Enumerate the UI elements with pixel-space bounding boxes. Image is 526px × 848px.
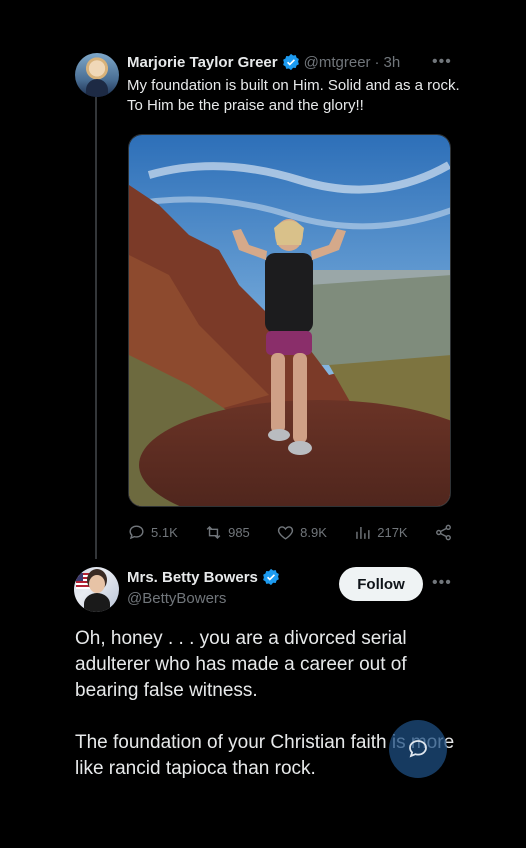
tweet-header: Marjorie Taylor Greer @mtgreer · 3h	[127, 53, 400, 71]
thread-connector-line	[95, 97, 97, 559]
more-dots-icon[interactable]: •••	[432, 574, 452, 592]
follow-button[interactable]: Follow	[339, 567, 423, 601]
display-name[interactable]: Marjorie Taylor Greer	[127, 54, 278, 71]
retweet-count: 985	[228, 524, 250, 540]
reply-handle-row: @BettyBowers	[127, 590, 226, 607]
verified-badge-icon	[282, 53, 300, 71]
share-icon	[436, 524, 451, 540]
reply-icon	[129, 524, 144, 539]
handle[interactable]: @mtgreer	[304, 54, 371, 71]
separator-dot: ·	[374, 53, 380, 71]
retweet-action[interactable]: 985	[204, 523, 250, 542]
retweet-icon	[206, 525, 221, 539]
reply-action[interactable]: 5.1K	[127, 523, 178, 542]
like-action[interactable]: 8.9K	[276, 523, 327, 542]
share-action[interactable]	[434, 523, 453, 542]
tweet-photo[interactable]	[128, 134, 451, 507]
reply-paragraph: Oh, honey . . . you are a divorced seria…	[75, 628, 407, 701]
more-dots-icon[interactable]: •••	[432, 53, 452, 71]
flag-icon	[76, 573, 90, 589]
avatar[interactable]	[74, 567, 119, 612]
timestamp[interactable]: 3h	[384, 54, 401, 71]
verified-badge-icon	[262, 568, 280, 586]
compose-reply-icon	[409, 740, 427, 758]
reply-count: 5.1K	[151, 524, 178, 540]
reply-header: Mrs. Betty Bowers	[127, 568, 284, 586]
view-count: 217K	[377, 524, 408, 540]
like-count: 8.9K	[300, 524, 327, 540]
avatar[interactable]	[75, 53, 119, 97]
views-action[interactable]: 217K	[353, 523, 408, 542]
reply-text: Oh, honey . . . you are a divorced seria…	[75, 626, 455, 808]
analytics-icon	[356, 526, 370, 539]
tweet-actions-bar: 5.1K 985 8.9K 217K	[127, 520, 453, 544]
compose-reply-button[interactable]	[389, 720, 447, 778]
tweet-text: My foundation is built on Him. Solid and…	[127, 77, 460, 114]
display-name[interactable]: Mrs. Betty Bowers	[127, 569, 258, 586]
heart-icon	[278, 525, 294, 540]
handle[interactable]: @BettyBowers	[127, 590, 226, 607]
